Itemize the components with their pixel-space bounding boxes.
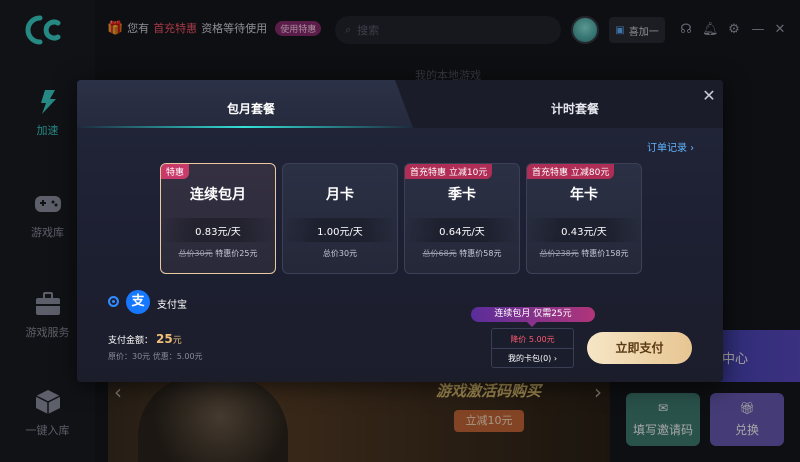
plan-daily-price: 0.64元/天 — [439, 227, 485, 238]
plan-name: 季卡 — [448, 187, 476, 203]
plan-card-yearly[interactable]: 首充特惠 立减80元 年卡 0.43元/天 总价238元 特惠价158元 — [526, 163, 642, 274]
plan-daily-price: 0.83元/天 — [195, 227, 241, 238]
tab-hourly[interactable]: 计时套餐 — [551, 100, 599, 117]
amount-unit: 元 — [172, 336, 182, 346]
plan-sale-total: 特惠价25元 — [215, 249, 258, 258]
close-icon[interactable]: ✕ — [701, 88, 717, 104]
plan-daily-price: 0.43元/天 — [561, 227, 607, 238]
order-history-link[interactable]: 订单记录 › — [647, 139, 694, 154]
plan-name: 年卡 — [570, 187, 598, 203]
coupon-discount: 降价 5.00元 — [510, 335, 555, 344]
plan-badge: 首充特惠 立减10元 — [405, 164, 493, 179]
subscription-modal: 包月套餐 计时套餐 ✕ 订单记录 › 特惠 连续包月 0.83元/天 总价30元… — [77, 80, 723, 382]
payment-method-label: 支付宝 — [157, 300, 187, 311]
plan-sale-total: 特惠价158元 — [581, 249, 629, 258]
plan-sale-total: 总价30元 — [322, 249, 358, 258]
plan-original-total: 总价30元 — [178, 249, 213, 258]
plan-total: 总价68元 特惠价58元 — [405, 248, 519, 259]
pay-now-button[interactable]: 立即支付 — [587, 332, 692, 364]
plan-card-continuous-monthly[interactable]: 特惠 连续包月 0.83元/天 总价30元 特惠价25元 — [160, 163, 276, 274]
price-tip: 连续包月 仅需25元 — [471, 307, 595, 327]
plan-name: 连续包月 — [190, 187, 246, 203]
plan-name: 月卡 — [326, 187, 354, 203]
amount-label: 支付金额： — [108, 336, 154, 346]
coupon-divider — [492, 348, 573, 349]
alipay-icon: 支 — [126, 290, 150, 314]
my-wallet-link[interactable]: 我的卡包(0) › — [492, 353, 573, 364]
plan-daily-price: 1.00元/天 — [317, 227, 363, 238]
plan-card-monthly[interactable]: 月卡 1.00元/天 总价30元 — [282, 163, 398, 274]
plan-badge: 首充特惠 立减80元 — [527, 164, 615, 179]
original-price-line: 原价：30元 优惠：5.00元 — [108, 352, 203, 361]
plan-badge: 特惠 — [161, 164, 190, 179]
plan-total: 总价30元 — [283, 248, 397, 259]
amount-value: 25 — [156, 332, 173, 346]
tab-monthly[interactable]: 包月套餐 — [227, 100, 275, 117]
plan-total: 总价30元 特惠价25元 — [161, 248, 275, 259]
alipay-radio[interactable] — [108, 296, 119, 307]
tab-underline — [77, 126, 413, 128]
payment-amount: 支付金额： 25元 — [108, 332, 182, 346]
plan-original-total: 总价238元 — [539, 249, 579, 258]
plan-original-total: 总价68元 — [422, 249, 457, 258]
plan-card-quarterly[interactable]: 首充特惠 立减10元 季卡 0.64元/天 总价68元 特惠价58元 — [404, 163, 520, 274]
plan-sale-total: 特惠价58元 — [459, 249, 502, 258]
plan-total: 总价238元 特惠价158元 — [527, 248, 641, 259]
coupon-box: 降价 5.00元 我的卡包(0) › — [491, 328, 574, 368]
